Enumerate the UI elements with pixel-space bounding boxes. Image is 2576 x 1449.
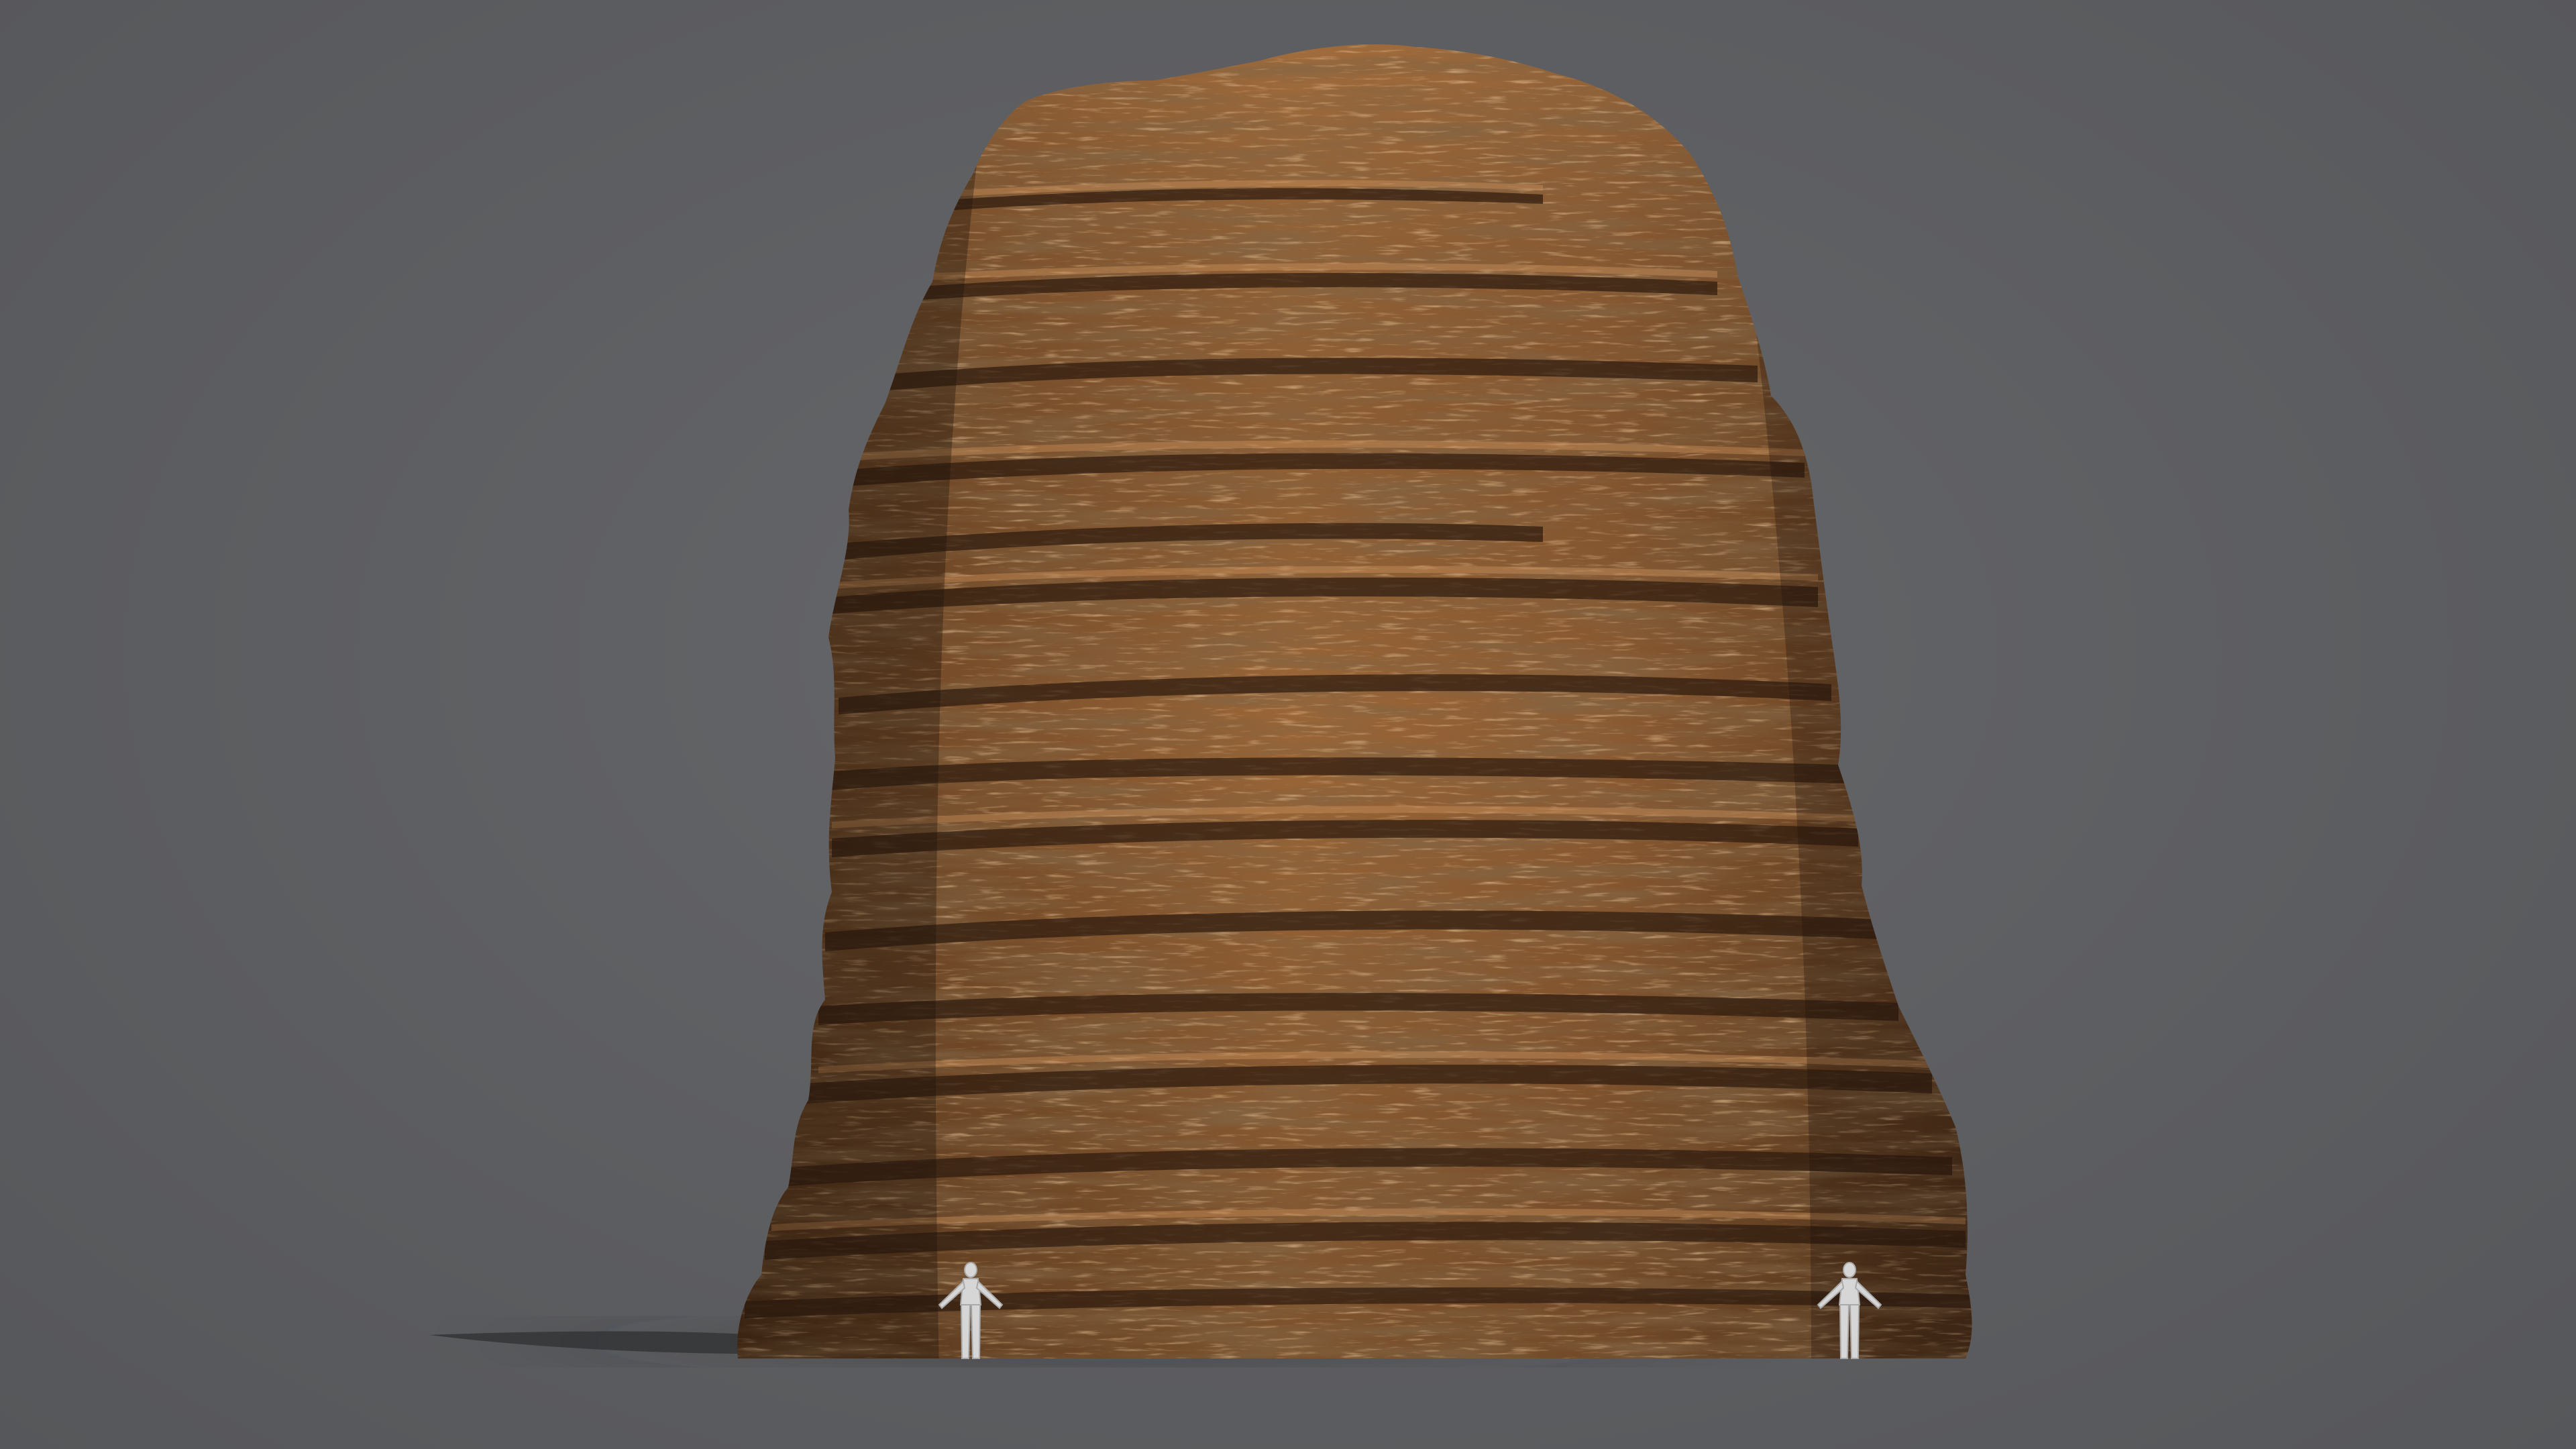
rock-render-canvas — [402, 44, 1972, 1363]
rock-formation — [737, 44, 1972, 1359]
render-viewport — [0, 0, 2576, 1449]
